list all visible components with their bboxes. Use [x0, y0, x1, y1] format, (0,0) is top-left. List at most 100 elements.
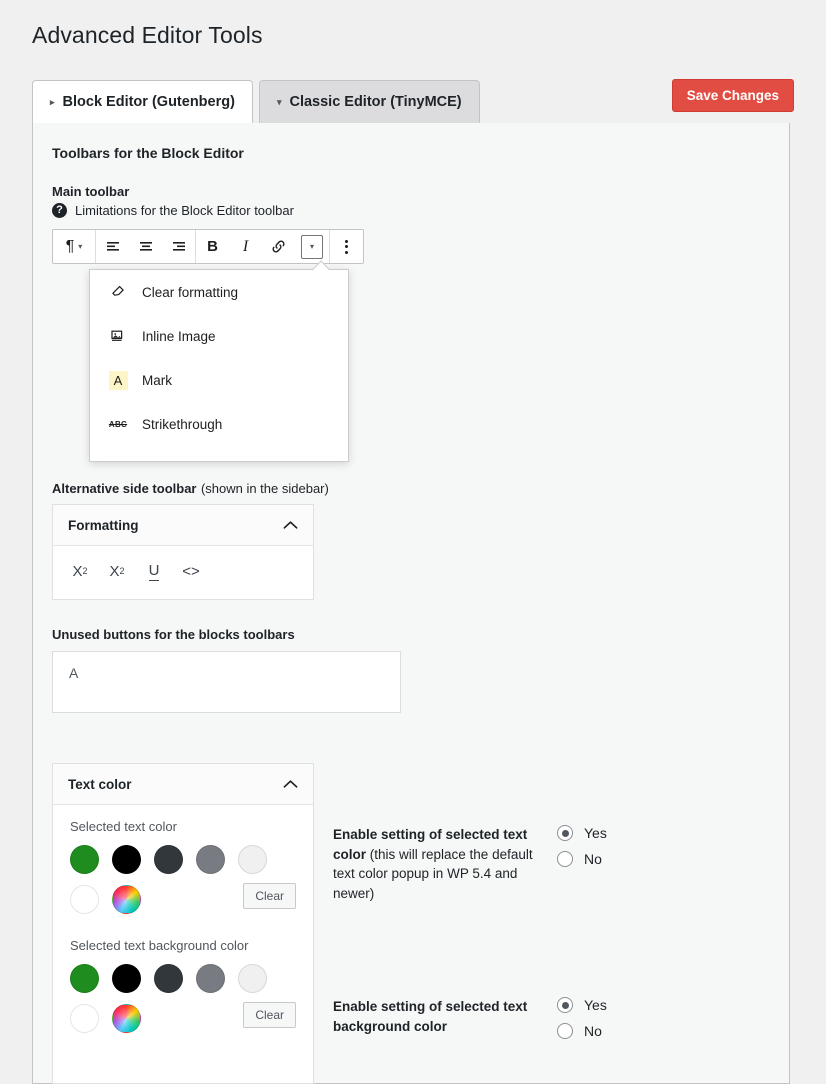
alt-toolbar-label-rest: (shown in the sidebar) — [200, 481, 329, 496]
radio-button[interactable] — [557, 825, 573, 841]
align-left-icon — [106, 241, 119, 251]
bold-button[interactable]: B — [196, 230, 229, 263]
more-formatting-button[interactable]: ▾ — [301, 234, 323, 259]
chevron-down-icon: ▾ — [309, 242, 314, 251]
radio-button[interactable] — [557, 1023, 573, 1039]
color-swatch[interactable] — [196, 964, 225, 993]
settings-panel: Toolbars for the Block Editor Main toolb… — [32, 123, 790, 1084]
align-center-button[interactable] — [129, 230, 162, 263]
radio-label: No — [584, 851, 602, 867]
dropdown-item-label: Inline Image — [142, 328, 216, 344]
toolbar-group-block-type: ¶ ▾ — [53, 230, 95, 263]
toolbars-heading: Toolbars for the Block Editor — [52, 145, 244, 161]
custom-color-picker-swatch[interactable] — [112, 1004, 141, 1033]
setting-enable-text-background-color: Enable setting of selected text backgrou… — [333, 997, 607, 1039]
bg-color-swatch-row-1 — [70, 964, 296, 993]
options-button[interactable] — [330, 230, 363, 263]
subscript-button[interactable]: X2 — [104, 558, 130, 584]
paragraph-block-type-button[interactable]: ¶ ▾ — [53, 230, 95, 263]
limitations-link-label[interactable]: Limitations for the Block Editor toolbar — [75, 203, 294, 218]
color-swatch[interactable] — [154, 964, 183, 993]
tab-classic-editor-label: Classic Editor (TinyMCE) — [289, 94, 462, 110]
align-right-icon — [172, 241, 185, 251]
color-swatch[interactable] — [238, 845, 267, 874]
radio-label: No — [584, 1023, 602, 1039]
color-swatch[interactable] — [112, 964, 141, 993]
dropdown-item-clear-formatting[interactable]: Clear formatting — [90, 270, 348, 314]
help-icon[interactable]: ? — [52, 203, 67, 218]
radio-option-yes[interactable]: Yes — [557, 997, 607, 1013]
radio-label: Yes — [584, 997, 607, 1013]
tab-classic-editor[interactable]: ▾ Classic Editor (TinyMCE) — [258, 80, 480, 123]
radio-button[interactable] — [557, 997, 573, 1013]
main-editor-toolbar: ¶ ▾ B I ▾ — [52, 229, 364, 264]
text-color-panel-header[interactable]: Text color — [53, 764, 313, 805]
color-swatch[interactable] — [70, 885, 99, 914]
text-color-swatch-row-1 — [70, 845, 296, 874]
align-left-button[interactable] — [96, 230, 129, 263]
radio-group: Yes No — [557, 825, 607, 867]
bold-icon: B — [207, 238, 218, 255]
alt-toolbar-label-bold: Alternative side toolbar — [52, 481, 197, 496]
clear-text-color-button[interactable]: Clear — [243, 883, 296, 909]
pilcrow-icon: ¶ — [65, 237, 75, 255]
color-swatch[interactable] — [154, 845, 183, 874]
editor-tab-list: ▸ Block Editor (Gutenberg) ▾ Classic Edi… — [32, 80, 480, 123]
radio-group: Yes No — [557, 997, 607, 1039]
bg-color-swatch-row-2: Clear — [70, 1002, 296, 1033]
selected-text-color-label: Selected text color — [70, 819, 177, 834]
more-formatting-dropdown: Clear formatting Inline Image A Mark ABC… — [89, 260, 349, 462]
formatting-panel: Formatting X2 X2 U <> — [52, 504, 314, 600]
radio-option-no[interactable]: No — [557, 1023, 607, 1039]
unused-buttons-box[interactable]: A — [52, 651, 401, 713]
radio-option-no[interactable]: No — [557, 851, 607, 867]
color-swatch[interactable] — [70, 845, 99, 874]
italic-button[interactable]: I — [229, 230, 262, 263]
formatting-panel-header[interactable]: Formatting — [53, 505, 313, 546]
color-swatch[interactable] — [238, 964, 267, 993]
align-right-button[interactable] — [162, 230, 195, 263]
tab-block-editor-label: Block Editor (Gutenberg) — [62, 94, 235, 110]
triangle-right-icon: ▸ — [50, 96, 55, 107]
page-root: Advanced Editor Tools ▸ Block Editor (Gu… — [0, 0, 826, 1084]
link-icon — [272, 240, 285, 253]
unused-button-item[interactable]: A — [69, 665, 78, 681]
dropdown-item-inline-image[interactable]: Inline Image — [90, 314, 348, 358]
eraser-icon — [108, 284, 128, 300]
dropdown-item-mark[interactable]: A Mark — [90, 358, 348, 402]
clear-background-color-button[interactable]: Clear — [243, 1002, 296, 1028]
setting-description: Enable setting of selected text color (t… — [333, 825, 533, 903]
code-button[interactable]: <> — [178, 558, 204, 584]
color-swatch[interactable] — [70, 1004, 99, 1033]
color-swatch[interactable] — [70, 964, 99, 993]
color-swatch[interactable] — [196, 845, 225, 874]
chevron-up-icon[interactable] — [283, 777, 298, 792]
dropdown-item-strikethrough[interactable]: ABC Strikethrough — [90, 402, 348, 446]
dropdown-item-label: Mark — [142, 372, 172, 388]
limitations-row[interactable]: ? Limitations for the Block Editor toolb… — [52, 203, 294, 218]
dropdown-item-label: Clear formatting — [142, 284, 239, 300]
underline-button[interactable]: U — [141, 558, 167, 584]
custom-color-picker-swatch[interactable] — [112, 885, 141, 914]
save-changes-button[interactable]: Save Changes — [671, 79, 794, 112]
formatting-panel-title: Formatting — [68, 517, 139, 533]
text-color-panel-title: Text color — [68, 776, 132, 792]
toolbar-group-options — [330, 230, 363, 263]
vertical-dots-icon — [345, 239, 348, 254]
color-swatch[interactable] — [112, 845, 141, 874]
toolbar-group-alignment — [96, 230, 195, 263]
superscript-button[interactable]: X2 — [67, 558, 93, 584]
radio-option-yes[interactable]: Yes — [557, 825, 607, 841]
setting-enable-text-color: Enable setting of selected text color (t… — [333, 825, 607, 903]
chevron-down-icon: ▾ — [78, 242, 83, 251]
link-button[interactable] — [262, 230, 295, 263]
chevron-up-icon[interactable] — [283, 518, 298, 533]
tab-block-editor[interactable]: ▸ Block Editor (Gutenberg) — [32, 80, 253, 123]
italic-icon: I — [242, 237, 249, 255]
toolbar-group-inline-format: B I ▾ — [196, 230, 329, 263]
radio-button[interactable] — [557, 851, 573, 867]
triangle-down-icon: ▾ — [276, 96, 282, 107]
align-center-icon — [139, 241, 152, 251]
text-color-swatch-row-2: Clear — [70, 883, 296, 914]
